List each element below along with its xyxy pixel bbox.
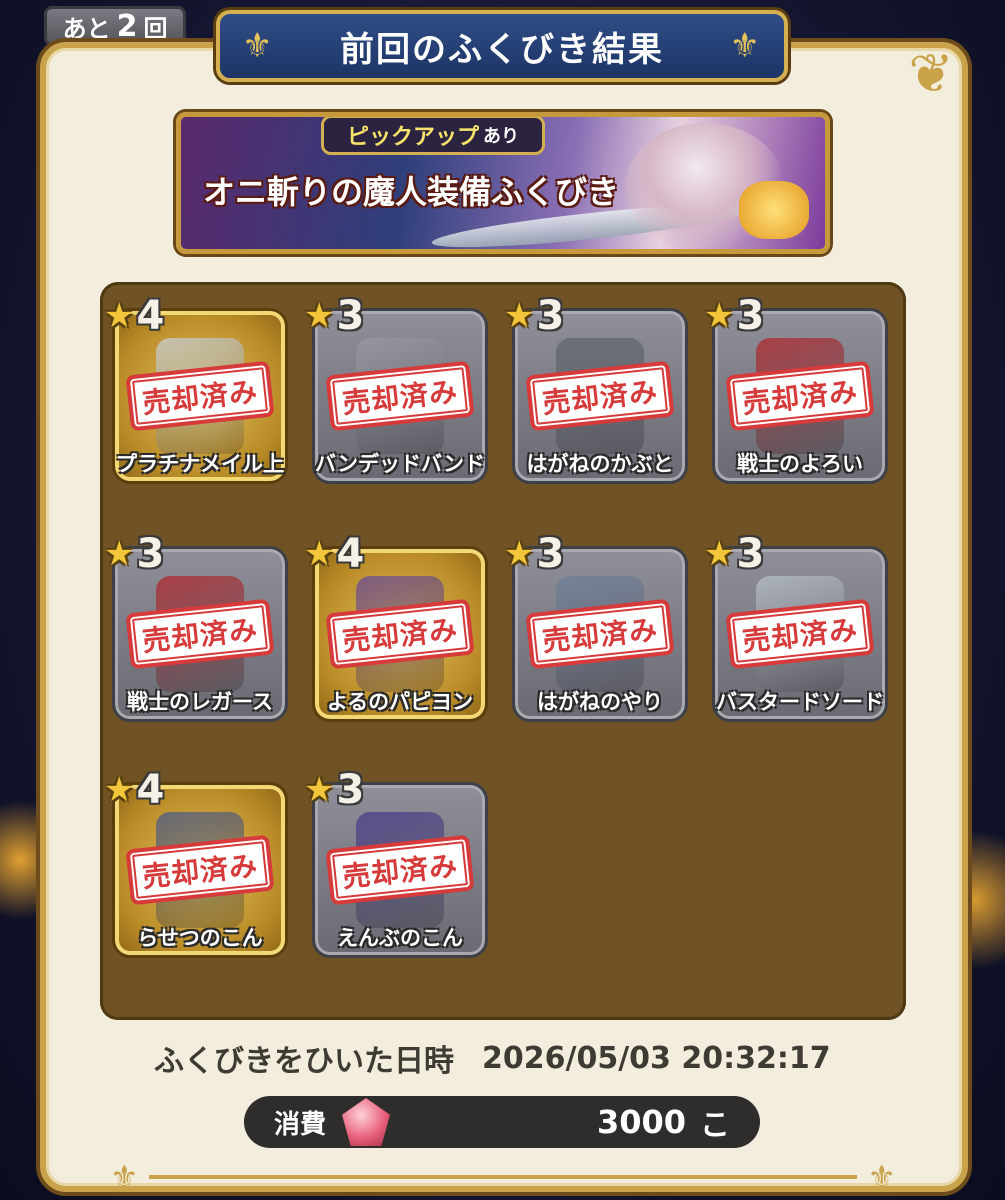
- gacha-banner[interactable]: ピックアップ あり オニ斬りの魔人装備ふくびき: [176, 112, 830, 254]
- fleur-de-lis-icon: ⚜: [867, 1158, 896, 1196]
- rarity-value: 3: [136, 531, 165, 577]
- rarity-stars: ★ 3: [704, 296, 764, 336]
- result-item-card[interactable]: ★ 3 売却済み 戦士のよろい: [704, 296, 888, 484]
- star-icon: ★: [304, 534, 335, 574]
- result-item-card[interactable]: ★ 3 売却済み バスタードソード: [704, 534, 888, 722]
- result-item-card[interactable]: ★ 3 売却済み 戦士のレガース: [104, 534, 288, 722]
- fleur-de-lis-icon: ⚜: [729, 26, 762, 66]
- rarity-stars: ★ 3: [304, 770, 364, 810]
- cost-bar: 消費 3000 こ: [244, 1096, 760, 1148]
- rarity-value: 3: [536, 293, 565, 339]
- item-name: らせつのこん: [137, 926, 263, 950]
- star-icon: ★: [704, 296, 735, 336]
- star-icon: ★: [104, 770, 135, 810]
- star-icon: ★: [104, 534, 135, 574]
- item-name: はがねのやり: [537, 690, 663, 714]
- ornament-line: [148, 1175, 858, 1179]
- page-title: 前回のふくびき結果: [340, 29, 664, 70]
- remaining-suffix: 回: [143, 14, 168, 43]
- pickup-tag-highlight: ピックアップ: [346, 125, 479, 150]
- item-name: 戦士のレガース: [127, 690, 273, 714]
- rarity-value: 4: [336, 531, 365, 577]
- drawn-datetime-value: 2026/05/03 20:32:17: [482, 1040, 831, 1076]
- item-name: 戦士のよろい: [737, 452, 863, 476]
- result-item-card[interactable]: ★ 4 売却済み らせつのこん: [104, 770, 288, 958]
- rarity-value: 3: [736, 293, 765, 339]
- item-name: バスタードソード: [716, 690, 884, 714]
- bottom-ornament: ⚜ ⚜: [110, 1158, 896, 1196]
- result-item-card[interactable]: ★ 3 売却済み えんぶのこん: [304, 770, 488, 958]
- remaining-prefix: あと: [62, 14, 111, 43]
- star-icon: ★: [304, 296, 335, 336]
- page-title-plate: ⚜ 前回のふくびき結果 ⚜: [216, 10, 788, 82]
- item-name: バンデッドバンド: [314, 452, 486, 476]
- item-name: えんぶのこん: [337, 926, 463, 950]
- remaining-count: 2: [116, 8, 138, 44]
- pickup-tag-suffix: あり: [483, 126, 519, 147]
- item-name: よるのパピヨン: [326, 690, 474, 714]
- rarity-stars: ★ 4: [104, 770, 164, 810]
- star-icon: ★: [304, 770, 335, 810]
- item-name: はがねのかぶと: [526, 452, 674, 476]
- star-icon: ★: [104, 296, 135, 336]
- star-icon: ★: [704, 534, 735, 574]
- item-name: プラチナメイル上: [116, 452, 284, 476]
- result-item-card[interactable]: ★ 4 売却済み よるのパピヨン: [304, 534, 488, 722]
- cost-unit: こ: [700, 1108, 730, 1143]
- remaining-draws-badge: あと 2 回: [44, 6, 186, 46]
- rarity-stars: ★ 3: [104, 534, 164, 574]
- drawn-datetime: ふくびきをひいた日時 2026/05/03 20:32:17: [154, 1036, 874, 1080]
- banner-treasure-art: [739, 181, 809, 239]
- cost-label: 消費: [274, 1109, 327, 1140]
- rarity-value: 3: [336, 767, 365, 813]
- result-item-card[interactable]: ★ 3 売却済み はがねのやり: [504, 534, 688, 722]
- result-item-card[interactable]: ★ 3 売却済み はがねのかぶと: [504, 296, 688, 484]
- rarity-stars: ★ 3: [304, 296, 364, 336]
- corner-ornament-icon: ❦: [908, 42, 954, 105]
- rarity-value: 4: [136, 293, 165, 339]
- rarity-stars: ★ 4: [304, 534, 364, 574]
- cost-amount: 3000: [596, 1103, 686, 1141]
- rarity-stars: ★ 3: [504, 534, 564, 574]
- rarity-stars: ★ 3: [704, 534, 764, 574]
- rarity-stars: ★ 4: [104, 296, 164, 336]
- gem-icon: [342, 1098, 391, 1146]
- fleur-de-lis-icon: ⚜: [110, 1158, 139, 1196]
- rarity-stars: ★ 3: [504, 296, 564, 336]
- rarity-value: 3: [536, 531, 565, 577]
- pickup-tag: ピックアップ あり: [321, 117, 545, 155]
- rarity-value: 4: [136, 767, 165, 813]
- rarity-value: 3: [736, 531, 765, 577]
- result-item-card[interactable]: ★ 3 売却済み バンデッドバンド: [304, 296, 488, 484]
- results-grid: ★ 4 売却済み プラチナメイル上 ★ 3 売却済み バンデッドバンド ★ 3 売却済み はがねのかぶ…: [100, 282, 906, 1020]
- star-icon: ★: [504, 296, 535, 336]
- drawn-datetime-label: ふくびきをひいた日時: [154, 1044, 454, 1079]
- banner-title: オニ斬りの魔人装備ふくびき: [203, 173, 620, 211]
- rarity-value: 3: [336, 293, 365, 339]
- fleur-de-lis-icon: ⚜: [242, 26, 275, 66]
- result-item-card[interactable]: ★ 4 売却済み プラチナメイル上: [104, 296, 288, 484]
- star-icon: ★: [504, 534, 535, 574]
